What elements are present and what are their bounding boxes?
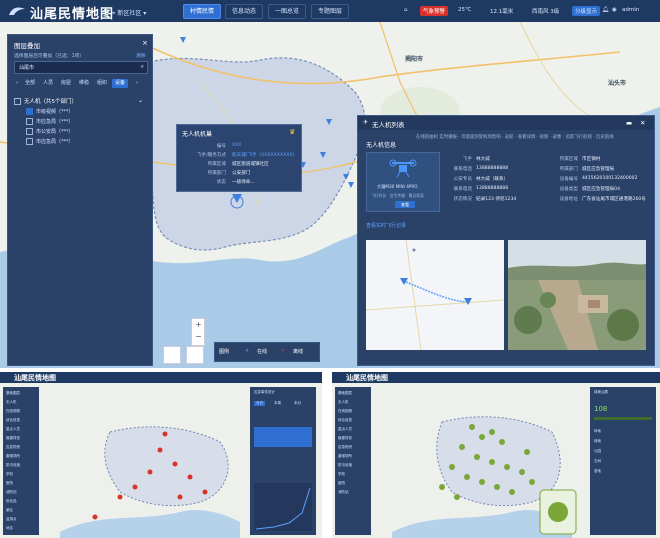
user-icon: ◉ [612, 7, 617, 13]
chip-device[interactable]: 设备 [112, 79, 128, 88]
wind: 西南风 3级 [532, 9, 560, 15]
username[interactable]: admin [622, 7, 639, 13]
thumb-right-panel: 绿美汕尾 108 林地 绿地 公园 古树 湿地 [590, 387, 656, 535]
thumb-sidebar: 基础图层 无人机 在线视频 综合信息 重点人员 隐患排查 应急物资 避难场所 防… [3, 387, 39, 535]
drone-online-icon: ✈ [245, 348, 250, 354]
thumbnail-incident-map: 汕尾民情地图 基础图层 无人机 在线视频 综合信息 重点人员 隐患排查 应急物资… [0, 372, 322, 538]
satellite-toggle-button[interactable] [186, 346, 204, 364]
thumbnail-green-map: 汕尾民情地图 基础图层 无人机 在线视频 综合信息 重点人员 隐患排查 应急物资… [332, 372, 660, 538]
layer-item-1[interactable]: 市级视频（***） [26, 108, 74, 115]
thumb-sidebar: 基础图层 无人机 在线视频 综合信息 重点人员 隐患排查 应急物资 避难场所 防… [335, 387, 371, 535]
location-selector[interactable]: ⌖ 新区社区 ▾ [112, 8, 146, 18]
chip-scroll-left-icon[interactable]: ‹ [14, 79, 20, 88]
top-bar: 汕尾民情地图 ⌖ 新区社区 ▾ 村情民情 信息动态 一图总览 专题图层 ⌂ 气象… [0, 0, 660, 22]
drone-offline-icon: ✈ [281, 348, 286, 354]
chip-stability[interactable]: 维稳 [76, 79, 92, 88]
thumb-title: 汕尾民情地图 [346, 373, 388, 382]
home-icon[interactable]: ⌂ [404, 7, 408, 13]
aerial-photo [508, 240, 646, 350]
layer-hint: 选择图层后可叠加（已选：1项） [14, 54, 85, 59]
device-view-button[interactable]: 查看 [395, 201, 415, 208]
tab-overview[interactable]: 一图总览 [268, 4, 307, 19]
location-pin-icon: ⌖ [112, 10, 116, 17]
search-icon[interactable]: ⌕ [141, 63, 144, 71]
thumb-line-chart [254, 483, 312, 531]
device-spec: 飞行时长 · 信号传输 · 最远距离 [371, 193, 424, 198]
weather-alert-badge[interactable]: 气象预警 [420, 6, 449, 16]
chip-people[interactable]: 人员 [40, 79, 56, 88]
layer-item-2[interactable]: 市应急局（***） [26, 118, 74, 125]
main-screenshot: 揭阳市 汕头市 汕尾民情地图 ⌖ 新区社区 ▾ 村情民情 信息动态 一图总览 专… [0, 0, 660, 368]
chip-scroll-right-icon[interactable]: › [134, 79, 140, 88]
layer-search-input[interactable]: 汕尾市 ⌕ [14, 61, 148, 74]
device-card: 大疆M30 MINI 4PRO 飞行时长 · 信号传输 · 最远距离 查看 [366, 152, 440, 212]
zoom-control: + − [191, 318, 205, 346]
close-icon[interactable]: ✕ [640, 119, 645, 127]
drone-icon: ✈ [363, 119, 369, 126]
layer-item-4[interactable]: 市应急局（***） [26, 138, 74, 145]
section-title: 无人机信息 [366, 142, 397, 149]
chevron-down-icon[interactable]: ⌄ [138, 97, 143, 104]
detail-title: 无人机列表 [372, 121, 405, 129]
rainfall: 12.1毫米 [490, 9, 514, 15]
logo-icon [9, 7, 25, 15]
thumb-right-panel: 应急事件统计 今日 本周 本月 [250, 387, 316, 535]
bell-icon[interactable]: 🔔︎ [602, 7, 609, 13]
zoom-out-button[interactable]: − [195, 332, 202, 341]
layer-panel-title: 图层叠加 [14, 42, 40, 50]
map-label-shantou: 汕头市 [608, 80, 627, 87]
basemap-toggle-button[interactable] [163, 346, 181, 364]
chip-house[interactable]: 房屋 [58, 79, 74, 88]
flight-record-link[interactable]: 查看实时飞行记录 [366, 222, 406, 229]
zoom-in-button[interactable]: + [195, 320, 202, 329]
drone-icon [389, 159, 417, 178]
clear-button[interactable]: 清除 [136, 52, 146, 59]
close-icon[interactable]: × [142, 39, 148, 47]
layer-chips: ‹ 全部 人员 房屋 维稳 组织 设备 › [14, 79, 148, 89]
drone-detail-panel: ✈ 无人机列表 ▬ ✕ 无人机信息 在线航拍机 实时播报 · 可能遥测受机场影响… [357, 115, 655, 366]
status-line: 在线航拍机 实时播报 · 可能遥测受机场影响 · 返航 · 查看详情 · 视频 … [416, 135, 614, 140]
chip-all[interactable]: 全部 [22, 79, 38, 88]
device-name: 大疆M30 MINI 4PRO [377, 184, 418, 189]
flight-track-map[interactable] [366, 240, 504, 350]
group-checkbox[interactable] [14, 98, 21, 105]
popup-title: 无人机机巢 [182, 131, 213, 138]
chip-org[interactable]: 组织 [94, 79, 110, 88]
drone-nest-popup: 无人机机巢 ♛ 编号 XXX 飞手/服务方式 航天城/飞手（XXXXXXXXXX… [176, 124, 302, 192]
group-drone[interactable]: 无人机（共5个部门） [14, 97, 77, 105]
tab-village[interactable]: 村情民情 [183, 4, 222, 19]
thumb-title: 汕尾民情地图 [14, 373, 56, 382]
map-legend: 图例 ✈ 在线 ✈ 离线 [214, 342, 320, 362]
temperature: 25℃ [458, 7, 472, 13]
app-title: 汕尾民情地图 [30, 7, 115, 22]
display-mode-button[interactable]: 分级显示 [572, 6, 601, 16]
minimize-icon[interactable]: ▬ [626, 119, 632, 127]
tab-news[interactable]: 信息动态 [225, 4, 264, 19]
tab-layers[interactable]: 专题图层 [311, 4, 350, 19]
layer-panel: 图层叠加 × 选择图层后可叠加（已选：1项） 清除 汕尾市 ⌕ ‹ 全部 人员 … [7, 34, 153, 366]
layer-item-3[interactable]: 市公安局（***） [26, 128, 74, 135]
popup-badge-icon[interactable]: ♛ [289, 128, 295, 136]
chevron-down-icon: ▾ [143, 10, 147, 17]
map-label-jieyang: 揭阳市 [405, 56, 424, 63]
